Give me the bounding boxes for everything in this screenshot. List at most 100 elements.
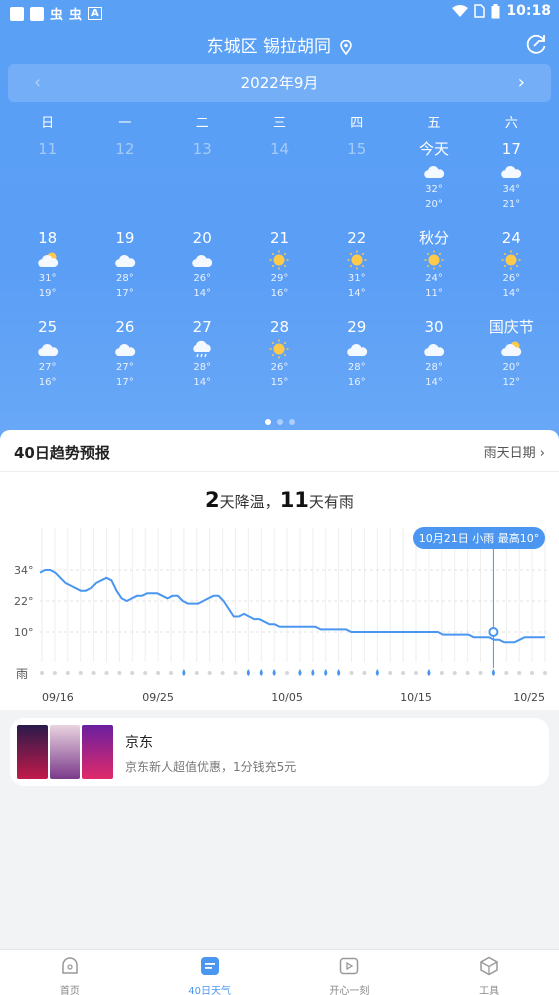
ad-image bbox=[17, 725, 114, 779]
refresh-icon[interactable] bbox=[525, 33, 547, 55]
calendar-day[interactable]: 25 27° 16° bbox=[9, 310, 86, 399]
no-rain-dot bbox=[52, 671, 57, 675]
x-tick-label: 10/05 bbox=[271, 691, 303, 704]
day-label: 29 bbox=[347, 318, 367, 336]
calendar-day[interactable]: 29 28° 16° bbox=[318, 310, 395, 399]
no-rain-dot bbox=[233, 671, 238, 675]
no-rain-dot bbox=[207, 671, 212, 675]
weekday-label: 一 bbox=[118, 116, 132, 131]
no-rain-dot bbox=[362, 671, 367, 675]
no-rain-dot bbox=[349, 671, 354, 675]
calendar-day[interactable]: 21 29° 16° bbox=[241, 221, 318, 310]
selected-point bbox=[488, 627, 499, 637]
calendar-day[interactable]: 18 31° 19° bbox=[9, 221, 86, 310]
weather-icon-box bbox=[164, 338, 241, 360]
bottom-tab-bar: 首页 40日天气 开心一刻 工具 bbox=[0, 949, 559, 995]
bug-icon: 虫 bbox=[50, 8, 64, 23]
calendar-day[interactable]: 19 28° 17° bbox=[86, 221, 163, 310]
low-temp: 16° bbox=[38, 377, 57, 388]
calendar-day[interactable]: 国庆节 20° 12° bbox=[473, 310, 550, 399]
ad-banner[interactable]: 京东 京东新人超值优惠，1分钱充5元 bbox=[10, 718, 549, 786]
weather-icon-box bbox=[86, 338, 163, 360]
cloudy-icon bbox=[115, 254, 136, 267]
rain-row-label: 雨 bbox=[16, 667, 28, 681]
day-label: 今天 bbox=[419, 140, 450, 158]
low-temp: 21° bbox=[502, 199, 521, 210]
no-rain-dot bbox=[40, 671, 44, 675]
day-label: 19 bbox=[115, 229, 135, 247]
calendar-day[interactable]: 22 31° 14° bbox=[318, 221, 395, 310]
low-temp: 14° bbox=[502, 288, 521, 299]
location-selector[interactable]: 东城区 锡拉胡同 bbox=[0, 32, 559, 57]
calendar-day[interactable]: 12 bbox=[86, 132, 163, 221]
calendar-day[interactable]: 17 34° 21° bbox=[473, 132, 550, 221]
cloudy-icon bbox=[346, 343, 367, 356]
calendar-week-row: 18 31° 19° 19 28° 17° 20 26° 14° 21 29° 16° 22 31° 14°… bbox=[9, 221, 550, 310]
day-label: 12 bbox=[115, 140, 135, 158]
rain-drop bbox=[427, 669, 431, 676]
calendar-day[interactable]: 秋分 24° 11° bbox=[395, 221, 472, 310]
tab-tools[interactable]: 工具 bbox=[419, 950, 559, 995]
calendar-day[interactable]: 28 26° 15° bbox=[241, 310, 318, 399]
rain-drop bbox=[182, 669, 186, 676]
ad-description: 京东新人超值优惠，1分钱充5元 bbox=[125, 760, 297, 774]
no-rain-dot bbox=[130, 671, 135, 675]
weather-icon-box bbox=[318, 338, 395, 360]
calendar-day[interactable]: 27 28° 14° bbox=[164, 310, 241, 399]
low-temp: 17° bbox=[116, 377, 134, 388]
high-temp: 29° bbox=[270, 273, 289, 284]
app-notification-icon bbox=[30, 6, 44, 21]
tab-home[interactable]: 首页 bbox=[0, 950, 140, 995]
day-label: 27 bbox=[192, 318, 212, 336]
rain-dates-link[interactable]: 雨天日期 › bbox=[484, 442, 545, 461]
tools-box-icon bbox=[480, 956, 498, 976]
weather-icon-box bbox=[9, 338, 86, 360]
rain-drop bbox=[337, 669, 341, 676]
low-temp: 14° bbox=[347, 288, 366, 299]
low-temp: 12° bbox=[502, 377, 521, 388]
low-temp: 14° bbox=[193, 377, 212, 388]
calendar-day[interactable]: 20 26° 14° bbox=[164, 221, 241, 310]
no-rain-dot bbox=[439, 671, 444, 675]
temperature-trend-chart[interactable]: 34° 22° 10° 10月21日 小雨 最高10° 雨 09/16 09/25 10/05… bbox=[0, 520, 559, 705]
tab-40day-weather[interactable]: 40日天气 bbox=[140, 950, 280, 995]
day-label: 国庆节 bbox=[488, 318, 534, 336]
calendar-day[interactable]: 24 26° 14° bbox=[473, 221, 550, 310]
page-indicator bbox=[0, 410, 559, 429]
rain-dates-label: 雨天日期 bbox=[483, 446, 536, 461]
no-rain-dot bbox=[401, 671, 406, 675]
app-notification-icon bbox=[10, 6, 24, 21]
prev-month-button[interactable]: ‹ bbox=[34, 64, 41, 102]
home-icon bbox=[62, 957, 78, 974]
calendar-day[interactable]: 今天 32° 20° bbox=[395, 132, 472, 221]
calendar-day[interactable]: 15 bbox=[318, 132, 395, 221]
next-month-button[interactable]: › bbox=[518, 64, 525, 102]
calendar-week-row: 25 27° 16° 26 27° 17° 27 28° 14° 28 26° 15° 29 28° 16°… bbox=[9, 310, 550, 399]
low-temp: 19° bbox=[38, 288, 57, 299]
calendar-day[interactable]: 11 bbox=[9, 132, 86, 221]
font-icon: A bbox=[88, 7, 102, 20]
calendar-day[interactable]: 14 bbox=[241, 132, 318, 221]
header-background: 虫 虫 A 10:18 东城区 锡拉胡同 ‹ 2022年9月 › 日 一 二 三… bbox=[0, 0, 559, 450]
low-temp: 16° bbox=[270, 288, 289, 299]
page-dot bbox=[264, 419, 271, 425]
high-temp: 28° bbox=[193, 362, 212, 373]
weekday-header: 日 一 二 三 四 五 六 bbox=[9, 112, 550, 132]
day-label: 28 bbox=[269, 318, 290, 336]
low-temp: 15° bbox=[270, 377, 289, 388]
calendar-day[interactable]: 26 27° 17° bbox=[86, 310, 163, 399]
sunny-icon bbox=[269, 250, 289, 270]
calendar-day[interactable]: 13 bbox=[164, 132, 241, 221]
day-label: 秋分 bbox=[419, 229, 450, 247]
rain-drop bbox=[375, 669, 379, 676]
high-temp: 27° bbox=[116, 362, 134, 373]
chevron-right-icon: › bbox=[539, 446, 545, 461]
low-temp: 11° bbox=[425, 288, 443, 299]
high-temp: 28° bbox=[116, 273, 134, 284]
tab-fun[interactable]: 开心一刻 bbox=[280, 950, 420, 995]
calendar-day[interactable]: 30 28° 14° bbox=[395, 310, 472, 399]
high-temp: 31° bbox=[347, 273, 366, 284]
high-temp: 24° bbox=[425, 273, 443, 284]
clock: 10:18 bbox=[506, 3, 551, 19]
x-tick-label: 09/16 bbox=[42, 691, 74, 704]
